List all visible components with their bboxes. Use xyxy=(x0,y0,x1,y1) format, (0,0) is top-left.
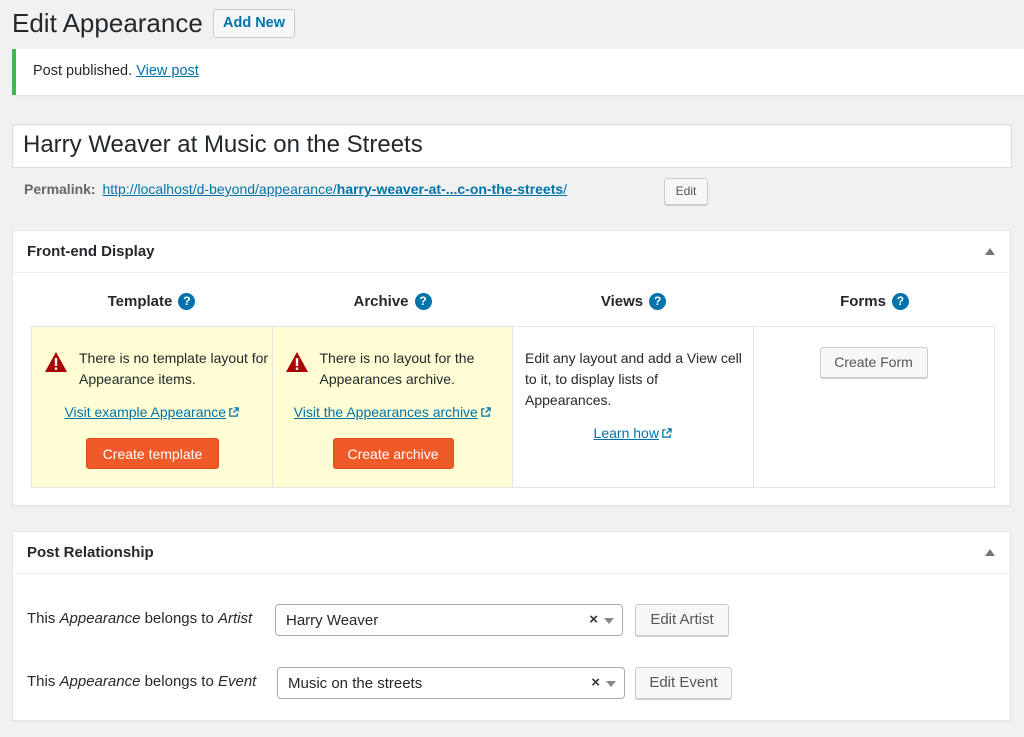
help-icon[interactable]: ? xyxy=(649,293,667,310)
views-cell: Edit any layout and add a View cell to i… xyxy=(513,327,754,487)
rel-middle: belongs to xyxy=(140,673,218,690)
edit-artist-button[interactable]: Edit Artist xyxy=(635,604,729,636)
external-link-icon xyxy=(481,407,491,417)
learn-how-label: Learn how xyxy=(593,425,659,441)
archive-heading: Archive xyxy=(353,293,409,310)
rel-parent: Artist xyxy=(217,610,253,627)
permalink-url[interactable]: http://localhost/d-beyond/appearance/har… xyxy=(102,181,567,197)
rel-middle: belongs to xyxy=(140,610,218,627)
artist-select-value: Harry Weaver xyxy=(286,612,379,629)
artist-select[interactable]: Harry Weaver × xyxy=(275,604,623,636)
learn-how-link[interactable]: Learn how xyxy=(513,425,753,441)
archive-column-heading: Archive? xyxy=(272,293,513,310)
template-cell: There is no template layout for Appearan… xyxy=(32,327,273,487)
forms-cell: Create Form xyxy=(754,327,995,487)
page-title: Edit Appearance xyxy=(12,8,203,38)
views-description: Edit any layout and add a View cell to i… xyxy=(525,350,742,408)
archive-warning-text: There is no layout for the Appearances a… xyxy=(319,350,475,387)
rel-prefix: This xyxy=(27,610,60,627)
warning-icon xyxy=(285,352,308,372)
edit-permalink-button[interactable]: Edit xyxy=(664,178,708,205)
forms-column-heading: Forms? xyxy=(754,293,995,310)
template-heading: Template xyxy=(107,293,173,310)
artist-relationship-label: This Appearance belongs to Artist xyxy=(27,610,252,627)
rel-parent: Event xyxy=(217,673,257,690)
visit-example-appearance-link[interactable]: Visit example Appearance xyxy=(32,404,272,420)
external-link-icon xyxy=(229,407,239,417)
permalink-url-suffix: / xyxy=(563,181,568,197)
permalink-url-slug: harry-weaver-at-...c-on-the-streets xyxy=(336,181,564,197)
views-column-heading: Views? xyxy=(513,293,754,310)
permalink: Permalink: http://localhost/d-beyond/app… xyxy=(24,181,567,197)
help-icon[interactable]: ? xyxy=(414,293,432,310)
clear-selection-icon[interactable]: × xyxy=(589,611,598,628)
help-icon[interactable]: ? xyxy=(178,293,196,310)
chevron-down-icon[interactable] xyxy=(606,681,616,687)
external-link-icon xyxy=(662,428,672,438)
chevron-down-icon[interactable] xyxy=(604,618,614,624)
visit-appearances-archive-link[interactable]: Visit the Appearances archive xyxy=(273,404,513,420)
views-heading: Views xyxy=(600,293,644,310)
permalink-label: Permalink: xyxy=(24,181,96,197)
front-end-display-box: Front-end Display Template? Archive? Vie… xyxy=(12,230,1011,506)
create-form-button[interactable]: Create Form xyxy=(819,347,928,378)
template-column-heading: Template? xyxy=(31,293,272,310)
view-post-link[interactable]: View post xyxy=(136,63,199,79)
post-relationship-title[interactable]: Post Relationship xyxy=(13,532,1010,574)
edit-event-button[interactable]: Edit Event xyxy=(635,667,732,699)
archive-cell: There is no layout for the Appearances a… xyxy=(272,327,513,487)
front-end-display-title[interactable]: Front-end Display xyxy=(13,231,1010,273)
help-icon[interactable]: ? xyxy=(891,293,909,310)
event-select-value: Music on the streets xyxy=(288,675,423,692)
rel-prefix: This xyxy=(27,673,60,690)
template-warning-text: There is no template layout for Appearan… xyxy=(79,350,269,387)
event-relationship-label: This Appearance belongs to Event xyxy=(27,673,256,690)
rel-post-type: Appearance xyxy=(59,610,141,627)
add-new-button[interactable]: Add New xyxy=(213,9,296,38)
create-archive-button[interactable]: Create archive xyxy=(332,438,454,469)
permalink-url-prefix: http://localhost/d-beyond/appearance/ xyxy=(102,181,337,197)
collapse-arrow-icon[interactable] xyxy=(985,248,995,255)
visit-appearances-archive-label: Visit the Appearances archive xyxy=(293,404,478,420)
post-relationship-box: Post Relationship This Appearance belong… xyxy=(12,531,1011,721)
visit-example-appearance-label: Visit example Appearance xyxy=(64,404,227,420)
post-title-input[interactable]: Harry Weaver at Music on the Streets xyxy=(12,124,1012,168)
post-published-notice: Post published. View post xyxy=(12,49,1024,95)
clear-selection-icon[interactable]: × xyxy=(591,674,600,691)
create-template-button[interactable]: Create template xyxy=(86,438,219,469)
collapse-arrow-icon[interactable] xyxy=(985,549,995,556)
front-end-display-cells: There is no template layout for Appearan… xyxy=(31,326,995,488)
event-select[interactable]: Music on the streets × xyxy=(277,667,625,699)
forms-heading: Forms xyxy=(840,293,886,310)
notice-text: Post published. xyxy=(33,63,133,79)
warning-icon xyxy=(45,352,67,372)
rel-post-type: Appearance xyxy=(59,673,141,690)
